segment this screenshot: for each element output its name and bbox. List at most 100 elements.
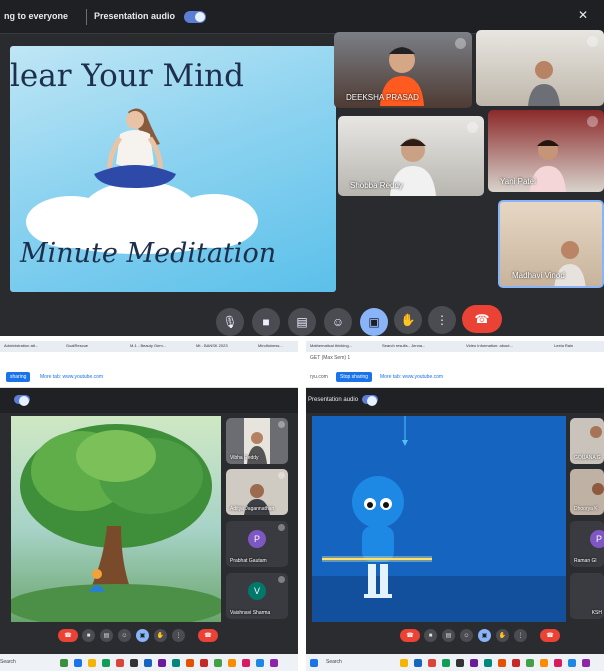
end-call-icon[interactable]: ☎ <box>198 629 218 642</box>
close-icon[interactable]: ✕ <box>578 8 588 22</box>
participant-tile[interactable] <box>476 30 604 106</box>
browser-tab[interactable]: Mathematical thinking... <box>310 343 372 351</box>
taskbar-app-icon[interactable] <box>74 659 82 667</box>
taskbar-app-icon[interactable] <box>498 659 506 667</box>
browser-tab[interactable]: GoalRescue <box>66 343 118 351</box>
browser-tab[interactable]: Leela Rain <box>554 343 598 351</box>
meditating-figure-illustration <box>94 108 176 188</box>
mic-icon[interactable]: 🎙 <box>216 308 244 336</box>
present-icon[interactable]: ▣ <box>360 308 388 336</box>
hand-icon[interactable]: ✋ <box>496 629 509 642</box>
end-call-icon[interactable]: ☎ <box>462 305 502 333</box>
participant-name: Madhavi Vinod <box>512 271 565 280</box>
taskbar-app-icon[interactable] <box>242 659 250 667</box>
taskbar-app-icon[interactable] <box>456 659 464 667</box>
participant-tile[interactable]: P Prabhat Gautam <box>226 521 288 567</box>
meet-top-bar: Presentation audio <box>306 388 604 413</box>
presentation-audio-label: Presentation audio <box>94 11 176 21</box>
browser-tab[interactable]: Video Information: about... <box>466 343 538 351</box>
taskbar-app-icon[interactable] <box>568 659 576 667</box>
taskbar-app-icon[interactable] <box>428 659 436 667</box>
present-icon[interactable]: ▣ <box>136 629 149 642</box>
youtube-link[interactable]: More tab: www.youtube.com <box>40 374 103 380</box>
taskbar-app-icon[interactable] <box>414 659 422 667</box>
youtube-link[interactable]: More tab: www.youtube.com <box>380 374 443 380</box>
presentation-audio-toggle[interactable] <box>362 395 378 406</box>
taskbar-app-icon[interactable] <box>186 659 194 667</box>
taskbar-app-icon[interactable] <box>172 659 180 667</box>
participant-tile[interactable]: Shobba Reddy <box>338 116 484 196</box>
emoji-icon[interactable]: ☺ <box>460 629 473 642</box>
more-icon[interactable]: ⋮ <box>514 629 527 642</box>
participant-tile[interactable]: V Vaishnavi Sharma <box>226 573 288 619</box>
more-icon[interactable]: ⋮ <box>428 306 456 334</box>
captions-icon[interactable]: ▤ <box>442 629 455 642</box>
browser-tab[interactable]: Mindfulness... <box>258 343 298 351</box>
emoji-icon[interactable]: ☺ <box>324 308 352 336</box>
taskbar-app-icon[interactable] <box>526 659 534 667</box>
captions-icon[interactable]: ▤ <box>100 629 113 642</box>
hand-icon[interactable]: ✋ <box>394 306 422 334</box>
presentation-audio-toggle[interactable] <box>14 395 30 406</box>
presenting-label: ng to everyone <box>4 11 69 21</box>
address-bar[interactable]: GET (Max Sem) 1 <box>306 352 604 366</box>
participant-tile[interactable]: Aditya Jagannathan <box>226 469 288 515</box>
taskbar-app-icon[interactable] <box>442 659 450 667</box>
end-call-icon[interactable]: ☎ <box>540 629 560 642</box>
taskbar-app-icon[interactable] <box>130 659 138 667</box>
taskbar-app-icon[interactable] <box>60 659 68 667</box>
more-icon[interactable]: ⋮ <box>172 629 185 642</box>
captions-icon[interactable]: ▤ <box>288 308 316 336</box>
end-call-icon[interactable]: ☎ <box>400 629 420 642</box>
taskbar-app-icon[interactable] <box>582 659 590 667</box>
participant-tile[interactable]: DEEKSHA PRASAD <box>334 32 472 108</box>
browser-tab[interactable]: Search results - Jenna... <box>382 343 452 351</box>
taskbar-app-icon[interactable] <box>200 659 208 667</box>
participant-tile[interactable]: Yani Patel <box>488 110 604 192</box>
taskbar-app-icon[interactable] <box>116 659 124 667</box>
avatar: P <box>590 530 604 548</box>
taskbar-app-icon[interactable] <box>214 659 222 667</box>
taskbar-search[interactable]: Search <box>0 659 16 665</box>
tree-illustration <box>11 424 221 622</box>
participant-tile-active-speaker[interactable]: Madhavi Vinod <box>498 200 604 288</box>
mic-status-icon <box>467 122 478 133</box>
participant-tile[interactable]: Vibha Reddy <box>226 418 288 464</box>
taskbar-app-icon[interactable] <box>512 659 520 667</box>
taskbar-app-icon[interactable] <box>400 659 408 667</box>
participant-tile[interactable]: KSH <box>570 573 604 619</box>
browser-tab[interactable]: Administration att... <box>4 343 56 351</box>
sharing-notice-bar: sharing More tab: www.youtube.com <box>0 366 298 388</box>
participant-tile[interactable]: P Raman Gl <box>570 521 604 567</box>
taskbar-app-icon[interactable] <box>144 659 152 667</box>
address-bar[interactable] <box>0 352 298 366</box>
taskbar-app-icon[interactable] <box>554 659 562 667</box>
taskbar-app-icon[interactable] <box>228 659 236 667</box>
taskbar-app-icon[interactable] <box>270 659 278 667</box>
present-icon[interactable]: ▣ <box>478 629 491 642</box>
stop-sharing-button[interactable]: sharing <box>6 372 31 382</box>
participant-name: Raman Gl <box>574 558 597 564</box>
camera-icon[interactable]: ■ <box>424 629 437 642</box>
taskbar-app-icon[interactable] <box>88 659 96 667</box>
camera-icon[interactable]: ■ <box>82 629 95 642</box>
taskbar-app-icon[interactable] <box>540 659 548 667</box>
hand-icon[interactable]: ✋ <box>154 629 167 642</box>
taskbar-app-icon[interactable] <box>158 659 166 667</box>
participant-tile[interactable]: Dhoorya K <box>570 469 604 515</box>
end-call-icon[interactable]: ☎ <box>58 629 78 642</box>
participant-tile[interactable]: GOUANA G <box>570 418 604 464</box>
presentation-audio-toggle[interactable] <box>184 11 206 23</box>
emoji-icon[interactable]: ☺ <box>118 629 131 642</box>
taskbar-app-icon[interactable] <box>102 659 110 667</box>
windows-start-icon[interactable] <box>310 659 318 667</box>
taskbar-app-icon[interactable] <box>484 659 492 667</box>
browser-tab[interactable]: Mt - BANSK 2023 <box>196 343 250 351</box>
taskbar-app-icon[interactable] <box>256 659 264 667</box>
browser-tab[interactable]: M-1 - Beauty Gem... <box>130 343 186 351</box>
camera-icon[interactable]: ■ <box>252 308 280 336</box>
taskbar-app-icon[interactable] <box>470 659 478 667</box>
taskbar-search[interactable]: Search <box>326 659 342 665</box>
meet-top-bar <box>0 388 298 413</box>
stop-sharing-button[interactable]: Stop sharing <box>336 372 373 382</box>
